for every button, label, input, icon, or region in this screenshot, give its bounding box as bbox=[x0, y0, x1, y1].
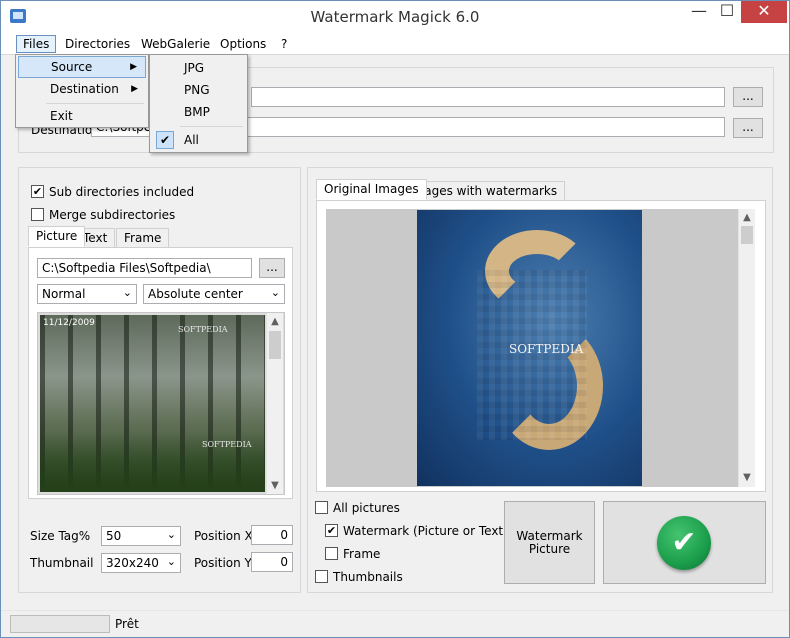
size-tag-label: Size Tag% bbox=[30, 529, 91, 543]
chevron-down-icon: ⌄ bbox=[122, 286, 132, 299]
scroll-thumb[interactable] bbox=[269, 331, 281, 359]
menu-destination-label: Destination bbox=[50, 82, 119, 96]
source-path-field[interactable] bbox=[251, 87, 725, 107]
frame-label: Frame bbox=[343, 547, 381, 561]
island-image: SOFTPEDIA bbox=[417, 210, 642, 486]
close-button[interactable]: ✕ bbox=[741, 1, 787, 23]
menu-bar: Files Directories WebGalerie Options ? bbox=[1, 33, 789, 55]
progress-bar bbox=[10, 615, 110, 633]
submenu-jpg[interactable]: JPG bbox=[152, 57, 245, 79]
submenu-png[interactable]: PNG bbox=[152, 79, 245, 101]
chevron-down-icon: ⌄ bbox=[270, 286, 280, 299]
sub-directories-label: Sub directories included bbox=[49, 185, 195, 199]
settings-panel: ✔ Sub directories included Merge subdire… bbox=[18, 167, 301, 593]
destination-browse-button[interactable]: ... bbox=[733, 118, 763, 138]
files-menu-dropdown: Source ▶ Destination ▶ Exit bbox=[15, 54, 149, 128]
all-pictures-checkbox[interactable] bbox=[315, 501, 328, 514]
merge-subdirectories-label: Merge subdirectories bbox=[49, 208, 176, 222]
image-viewer: SOFTPEDIA ▲ ▼ bbox=[326, 209, 755, 487]
tab-picture[interactable]: Picture bbox=[28, 226, 86, 247]
menu-separator bbox=[180, 126, 243, 127]
checked-icon: ✔ bbox=[156, 131, 174, 149]
menu-destination[interactable]: Destination ▶ bbox=[18, 78, 146, 100]
position-mode-value: Absolute center bbox=[148, 287, 243, 301]
status-text: Prêt bbox=[115, 617, 139, 631]
source-browse-button[interactable]: ... bbox=[733, 87, 763, 107]
menu-files[interactable]: Files bbox=[16, 35, 57, 53]
all-pictures-label: All pictures bbox=[333, 501, 400, 515]
window-title: Watermark Magick 6.0 bbox=[310, 8, 480, 26]
size-tag-value: 50 bbox=[106, 529, 122, 543]
thumbnails-label: Thumbnails bbox=[333, 570, 403, 584]
title-bar: Watermark Magick 6.0 — ☐ ✕ bbox=[1, 1, 789, 33]
picture-path-field[interactable]: C:\Softpedia Files\Softpedia\ bbox=[37, 258, 252, 278]
picture-tab-content: C:\Softpedia Files\Softpedia\ ... Normal… bbox=[28, 247, 293, 499]
thumbnail-value: 320x240 bbox=[106, 556, 159, 570]
scroll-up-icon[interactable]: ▲ bbox=[739, 209, 755, 226]
size-tag-select[interactable]: 50 ⌄ bbox=[101, 526, 181, 546]
submenu-bmp[interactable]: BMP bbox=[152, 101, 245, 123]
original-images-tab-content: SOFTPEDIA ▲ ▼ bbox=[316, 200, 766, 492]
submenu-arrow-icon: ▶ bbox=[131, 84, 138, 94]
picture-browse-button[interactable]: ... bbox=[259, 258, 285, 278]
menu-source[interactable]: Source ▶ bbox=[18, 56, 146, 78]
blend-mode-value: Normal bbox=[42, 287, 86, 301]
menu-separator bbox=[46, 103, 144, 104]
thumbnails-checkbox[interactable] bbox=[315, 570, 328, 583]
position-y-label: Position Y bbox=[194, 556, 252, 570]
thumbnail-select[interactable]: 320x240 ⌄ bbox=[101, 553, 181, 573]
submenu-arrow-icon: ▶ bbox=[130, 62, 137, 72]
submenu-all[interactable]: ✔ All bbox=[152, 129, 245, 151]
watermark-label: Watermark (Picture or Text) bbox=[343, 524, 508, 538]
source-submenu: JPG PNG BMP ✔ All bbox=[149, 54, 248, 153]
run-button[interactable]: ✔ bbox=[603, 501, 766, 584]
preview-date: 11/12/2009 bbox=[43, 318, 95, 328]
picture-preview: 11/12/2009 SOFTPEDIA SOFTPEDIA ▲ ▼ bbox=[37, 312, 285, 495]
menu-webgalerie[interactable]: WebGalerie bbox=[135, 35, 216, 53]
menu-source-label: Source bbox=[51, 60, 93, 74]
app-window: Watermark Magick 6.0 — ☐ ✕ Files Directo… bbox=[0, 0, 790, 638]
sub-directories-checkbox[interactable]: ✔ bbox=[31, 185, 44, 198]
minimize-button[interactable]: — bbox=[685, 1, 713, 23]
images-panel: Original Images Images with watermarks S… bbox=[307, 167, 773, 593]
position-x-field[interactable]: 0 bbox=[251, 525, 293, 545]
chevron-down-icon: ⌄ bbox=[166, 528, 176, 541]
viewer-scrollbar[interactable]: ▲ ▼ bbox=[738, 209, 755, 487]
blend-mode-select[interactable]: Normal ⌄ bbox=[37, 284, 137, 304]
scroll-up-icon[interactable]: ▲ bbox=[267, 313, 283, 330]
position-x-label: Position X bbox=[194, 529, 253, 543]
tab-frame[interactable]: Frame bbox=[116, 228, 170, 248]
merge-subdirectories-checkbox[interactable] bbox=[31, 208, 44, 221]
checkmark-icon: ✔ bbox=[657, 516, 711, 570]
tab-original-images[interactable]: Original Images bbox=[316, 179, 427, 200]
position-mode-select[interactable]: Absolute center ⌄ bbox=[143, 284, 285, 304]
menu-options[interactable]: Options bbox=[214, 35, 272, 53]
scroll-down-icon[interactable]: ▼ bbox=[267, 477, 283, 494]
watermark-picture-button[interactable]: Watermark Picture bbox=[504, 501, 595, 584]
submenu-all-label: All bbox=[184, 133, 199, 147]
chevron-down-icon: ⌄ bbox=[166, 555, 176, 568]
status-bar: Prêt bbox=[1, 610, 789, 637]
preview-scrollbar[interactable]: ▲ ▼ bbox=[266, 313, 283, 494]
preview-watermark-top: SOFTPEDIA bbox=[178, 325, 228, 334]
preview-watermark-bottom: SOFTPEDIA bbox=[202, 440, 252, 449]
forest-image: 11/12/2009 SOFTPEDIA SOFTPEDIA bbox=[40, 315, 265, 492]
position-y-field[interactable]: 0 bbox=[251, 552, 293, 572]
maximize-button[interactable]: ☐ bbox=[713, 1, 741, 23]
menu-help[interactable]: ? bbox=[275, 35, 293, 53]
watermark-checkbox[interactable]: ✔ bbox=[325, 524, 338, 537]
scroll-thumb[interactable] bbox=[741, 226, 753, 244]
menu-directories[interactable]: Directories bbox=[59, 35, 136, 53]
frame-checkbox[interactable] bbox=[325, 547, 338, 560]
menu-exit[interactable]: Exit bbox=[18, 105, 146, 127]
thumbnail-label: Thumbnail bbox=[30, 556, 94, 570]
scroll-down-icon[interactable]: ▼ bbox=[739, 469, 755, 486]
image-watermark: SOFTPEDIA bbox=[509, 342, 584, 356]
